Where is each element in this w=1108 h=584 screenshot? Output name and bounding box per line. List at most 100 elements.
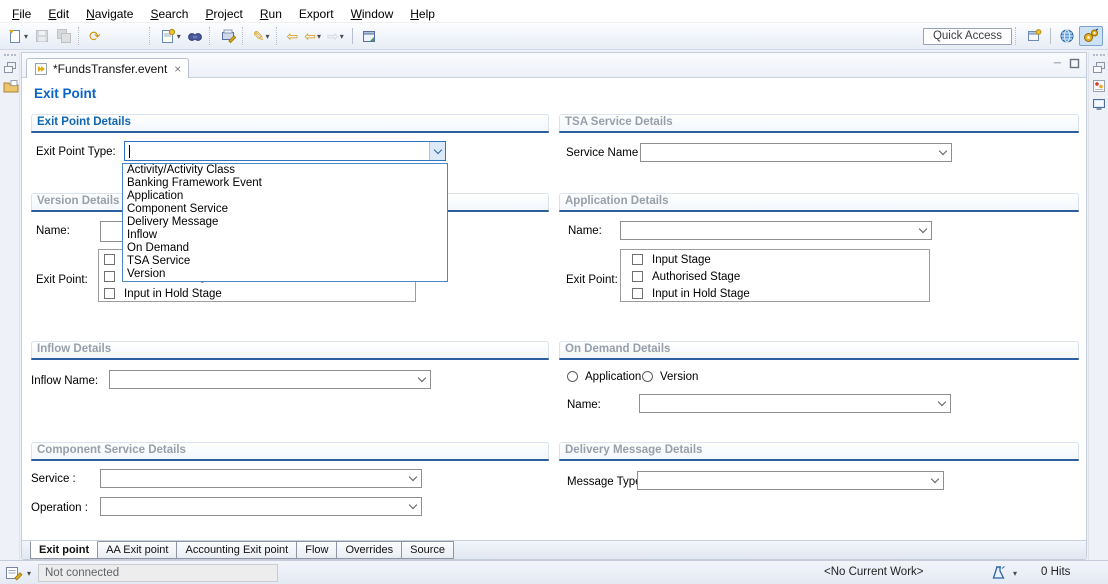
version-name-label: Name: <box>36 225 70 237</box>
close-icon[interactable]: × <box>174 62 181 76</box>
authorised-stage-checkbox[interactable] <box>104 271 115 282</box>
radio-label: Version <box>660 371 698 383</box>
web-perspective-button[interactable] <box>1057 26 1077 46</box>
tab-aa-exit-point[interactable]: AA Exit point <box>98 541 177 559</box>
combo-dropdown-button[interactable] <box>926 472 943 489</box>
section-underline <box>559 459 1079 461</box>
section-underline <box>559 131 1079 133</box>
tab-source[interactable]: Source <box>402 541 454 559</box>
connection-launcher-button[interactable] <box>5 565 23 581</box>
version-radio[interactable] <box>642 371 653 382</box>
application-input-in-hold-stage-row: Input in Hold Stage <box>632 287 750 300</box>
link-editor-icon <box>361 28 377 44</box>
tab-flow[interactable]: Flow <box>297 541 337 559</box>
chevron-down-icon[interactable]: ▾ <box>1013 569 1017 578</box>
dropdown-option[interactable]: Inflow <box>123 229 447 242</box>
new-file-button[interactable]: ▾ <box>5 25 30 47</box>
menu-project[interactable]: Project <box>197 6 251 22</box>
combo-dropdown-button[interactable] <box>914 222 931 239</box>
dropdown-option[interactable]: Version <box>123 268 447 281</box>
exit-point-type-combo[interactable] <box>124 141 446 161</box>
section-title: Version Details <box>37 195 119 207</box>
input-in-hold-stage-checkbox[interactable] <box>104 288 115 299</box>
project-explorer-view-button[interactable] <box>3 79 17 93</box>
toolbar-separator <box>78 27 82 45</box>
palette-view-button[interactable] <box>1092 79 1106 93</box>
dropdown-option[interactable]: Delivery Message <box>123 216 447 229</box>
menu-file[interactable]: File <box>4 6 40 22</box>
on-demand-name-label: Name: <box>567 399 601 411</box>
generate-deliverable-button[interactable] <box>218 25 238 47</box>
dropdown-option[interactable]: Banking Framework Event <box>123 177 447 190</box>
application-name-combo[interactable] <box>620 221 932 240</box>
input-stage-checkbox[interactable] <box>104 254 115 265</box>
refresh-connection-button[interactable]: ⟳ <box>87 25 103 47</box>
tab-fundstransfer-event[interactable]: *FundsTransfer.event × <box>26 58 189 78</box>
link-with-editor-button[interactable] <box>359 25 379 47</box>
quick-access-box[interactable]: Quick Access <box>923 28 1012 45</box>
combo-dropdown-button[interactable] <box>429 142 445 160</box>
component-service-combo[interactable] <box>100 469 422 488</box>
combo-dropdown-button[interactable] <box>404 470 421 487</box>
menu-edit[interactable]: Edit <box>40 6 78 22</box>
save-button[interactable] <box>32 25 52 47</box>
application-radio[interactable] <box>567 371 578 382</box>
operation-label: Operation : <box>31 502 88 514</box>
connection-status-field[interactable]: Not connected <box>38 564 278 582</box>
section-title: Component Service Details <box>37 444 186 456</box>
section-component-service-details: Component Service Details <box>31 442 549 462</box>
tab-accounting-exit-point[interactable]: Accounting Exit point <box>177 541 297 559</box>
maximize-editor-button[interactable] <box>1069 58 1080 69</box>
chevron-down-icon[interactable]: ▾ <box>27 569 31 578</box>
rail-drag-handle[interactable] <box>4 54 16 57</box>
restore-pane-button[interactable] <box>3 61 17 75</box>
dropdown-option[interactable]: Component Service <box>123 203 447 216</box>
dropdown-option[interactable]: Activity/Activity Class <box>123 164 447 177</box>
menu-search[interactable]: Search <box>142 6 197 22</box>
console-view-button[interactable] <box>1092 97 1106 111</box>
on-demand-name-combo[interactable] <box>639 394 951 413</box>
design-perspective-button[interactable] <box>1079 26 1103 46</box>
tab-overrides[interactable]: Overrides <box>337 541 402 559</box>
forward-history-button[interactable]: ⇨ ▾ <box>325 25 346 47</box>
combo-dropdown-button[interactable] <box>413 371 430 388</box>
tab-title: *FundsTransfer.event <box>53 62 167 76</box>
rail-drag-handle[interactable] <box>1093 54 1105 57</box>
component-operation-combo[interactable] <box>100 497 422 516</box>
menu-export[interactable]: Export <box>291 6 343 22</box>
menu-run[interactable]: Run <box>252 6 291 22</box>
dropdown-option[interactable]: On Demand <box>123 242 447 255</box>
dropdown-option[interactable]: Application <box>123 190 447 203</box>
authorised-stage-checkbox[interactable] <box>632 271 643 282</box>
restore-pane-button[interactable] <box>1092 61 1106 75</box>
section-inflow-details: Inflow Details <box>31 341 549 361</box>
menu-navigate[interactable]: Navigate <box>78 6 142 22</box>
menu-window[interactable]: Window <box>343 6 403 22</box>
main-toolbar: ▾ ⟳ ▾ ✎ ▾ ⇦ ⇦ ▾ <box>0 23 1108 50</box>
tsa-service-name-combo[interactable] <box>640 143 952 162</box>
dropdown-option[interactable]: TSA Service <box>123 255 447 268</box>
combo-dropdown-button[interactable] <box>404 498 421 515</box>
search-records-button[interactable] <box>185 25 205 47</box>
exit-point-form: Exit Point Exit Point Details TSA Servic… <box>22 78 1086 540</box>
open-perspective-button[interactable] <box>1024 26 1044 46</box>
editor-tab-bar: *FundsTransfer.event × ─ <box>22 53 1086 78</box>
editor-page-tabs: Exit point AA Exit point Accounting Exit… <box>22 540 1086 559</box>
save-all-button[interactable] <box>54 25 74 47</box>
new-wizard-button[interactable]: ▾ <box>158 25 183 47</box>
flask-icon-button[interactable] <box>991 565 1006 581</box>
message-type-combo[interactable] <box>637 471 944 490</box>
input-stage-checkbox[interactable] <box>632 254 643 265</box>
run-button[interactable]: ✎ ▾ <box>251 25 272 47</box>
inflow-name-combo[interactable] <box>109 370 431 389</box>
minimize-editor-button[interactable]: ─ <box>1054 58 1061 69</box>
last-edit-location-button[interactable]: ⇦ <box>285 25 301 47</box>
tab-exit-point[interactable]: Exit point <box>30 541 98 559</box>
menu-help[interactable]: Help <box>402 6 444 22</box>
back-arrow-icon: ⇦ <box>304 29 316 43</box>
back-history-button[interactable]: ⇦ ▾ <box>302 25 323 47</box>
input-in-hold-stage-checkbox[interactable] <box>632 288 643 299</box>
combo-dropdown-button[interactable] <box>933 395 950 412</box>
combo-dropdown-button[interactable] <box>934 144 951 161</box>
on-demand-application-radio-row: Application <box>567 370 641 383</box>
